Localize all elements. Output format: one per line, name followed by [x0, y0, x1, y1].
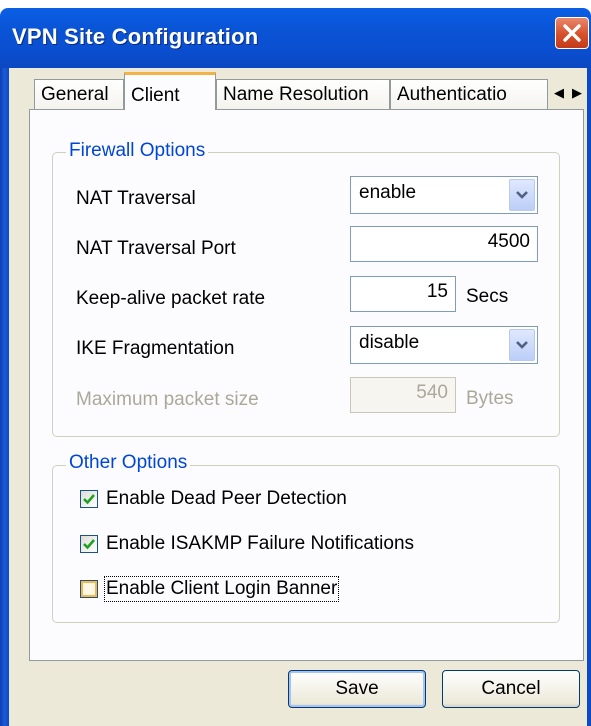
- save-button[interactable]: Save: [288, 670, 426, 708]
- keepalive-label: Keep-alive packet rate: [76, 288, 266, 309]
- max-packet-size-label: Maximum packet size: [76, 389, 259, 410]
- window-frame-left: [0, 68, 9, 726]
- nat-traversal-value: enable: [359, 182, 417, 203]
- isakmp-failure-notifications-label[interactable]: Enable ISAKMP Failure Notifications: [106, 533, 414, 555]
- firewall-options-title: Firewall Options: [66, 140, 209, 162]
- tab-general[interactable]: General: [34, 79, 124, 109]
- close-button[interactable]: [555, 17, 589, 49]
- tab-authentication[interactable]: Authenticatio: [390, 79, 548, 109]
- title-bar[interactable]: VPN Site Configuration: [0, 8, 591, 68]
- chevron-down-icon: [516, 191, 528, 199]
- tab-name-resolution[interactable]: Name Resolution: [216, 79, 390, 109]
- chevron-down-icon: [516, 341, 528, 349]
- keepalive-input[interactable]: 15: [350, 276, 456, 312]
- nat-port-label: NAT Traversal Port: [76, 238, 236, 259]
- nat-traversal-label: NAT Traversal: [76, 188, 196, 209]
- tab-scroll-arrows: ◀ ▶: [550, 86, 590, 106]
- dead-peer-detection-checkbox[interactable]: [80, 490, 98, 508]
- ike-fragmentation-label: IKE Fragmentation: [76, 338, 235, 359]
- checkmark-icon: [83, 494, 95, 505]
- window-title: VPN Site Configuration: [12, 24, 259, 49]
- tab-client[interactable]: Client: [124, 72, 216, 110]
- client-login-banner-checkbox[interactable]: [80, 580, 98, 598]
- client-login-banner-label[interactable]: Enable Client Login Banner: [103, 576, 340, 602]
- keepalive-unit: Secs: [466, 286, 509, 307]
- ike-fragmentation-value: disable: [359, 332, 420, 353]
- tab-scroll-right-icon[interactable]: ▶: [568, 86, 586, 101]
- ike-fragmentation-dropdown-button[interactable]: [509, 329, 535, 361]
- ike-fragmentation-dropdown[interactable]: disable: [350, 326, 538, 364]
- close-icon: [563, 24, 581, 42]
- nat-port-input[interactable]: 4500: [350, 226, 538, 262]
- max-packet-size-input: 540: [350, 377, 456, 413]
- dead-peer-detection-label[interactable]: Enable Dead Peer Detection: [106, 488, 347, 510]
- nat-traversal-dropdown-button[interactable]: [509, 179, 535, 211]
- window-frame-right: [587, 68, 591, 726]
- nat-traversal-dropdown[interactable]: enable: [350, 176, 538, 214]
- checkmark-icon: [83, 539, 95, 550]
- max-packet-size-unit: Bytes: [466, 388, 514, 409]
- other-options-title: Other Options: [66, 452, 191, 474]
- tab-scroll-left-icon[interactable]: ◀: [550, 86, 568, 101]
- cancel-button[interactable]: Cancel: [442, 670, 580, 708]
- isakmp-failure-notifications-checkbox[interactable]: [80, 535, 98, 553]
